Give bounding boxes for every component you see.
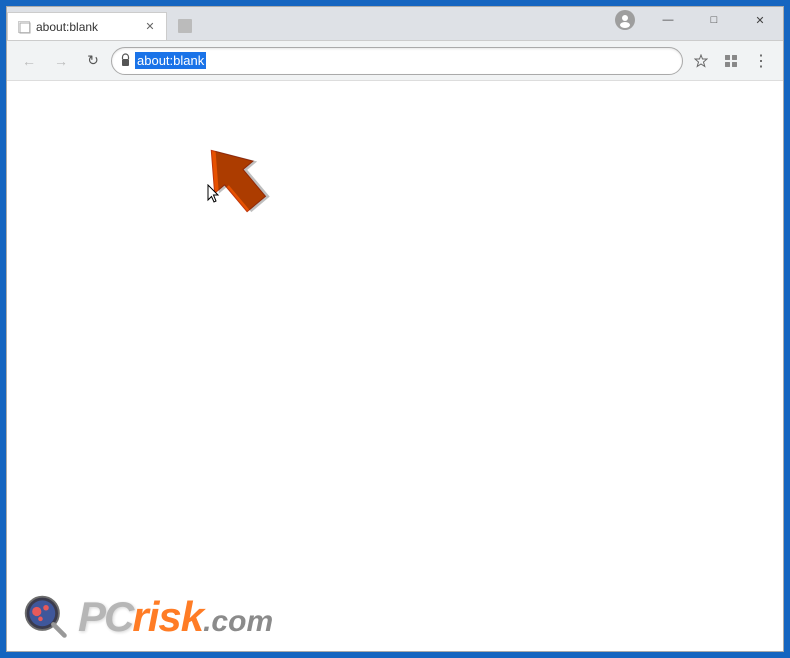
back-button[interactable]: ← xyxy=(15,47,43,75)
tab-close-button[interactable]: ✕ xyxy=(142,19,158,35)
new-tab-button[interactable] xyxy=(169,12,201,40)
forward-button[interactable]: → xyxy=(47,47,75,75)
pcrisk-logo xyxy=(22,593,70,641)
toolbar-right-actions: ⋮ xyxy=(687,47,775,75)
com-text: .com xyxy=(203,605,273,639)
extensions-button[interactable] xyxy=(717,47,745,75)
address-text[interactable]: about:blank xyxy=(135,52,206,69)
profile-area[interactable] xyxy=(607,7,643,33)
minimize-button[interactable]: — xyxy=(645,7,691,33)
window-controls: — □ ✕ xyxy=(645,7,783,33)
tab-favicon xyxy=(18,21,30,33)
tabs-row: about:blank ✕ xyxy=(7,6,201,40)
risk-text: risk xyxy=(132,593,203,641)
active-tab[interactable]: about:blank ✕ xyxy=(7,12,167,40)
refresh-button[interactable]: ↻ xyxy=(79,47,107,75)
tab-label: about:blank xyxy=(36,20,136,34)
browser-window: about:blank ✕ — □ ✕ xyxy=(6,6,784,652)
navigation-toolbar: ← → ↻ about:blank xyxy=(7,41,783,81)
pc-text: PC xyxy=(78,593,132,641)
security-icon xyxy=(120,53,131,69)
address-bar[interactable]: about:blank xyxy=(111,47,683,75)
bookmark-button[interactable] xyxy=(687,47,715,75)
watermark-text-group: PC risk .com xyxy=(78,593,273,641)
orange-arrow xyxy=(192,136,282,226)
maximize-button[interactable]: □ xyxy=(691,7,737,33)
content-area: PC risk .com xyxy=(7,81,783,651)
menu-button[interactable]: ⋮ xyxy=(747,47,775,75)
watermark: PC risk .com xyxy=(22,593,273,641)
close-button[interactable]: ✕ xyxy=(737,7,783,33)
new-tab-icon xyxy=(176,17,194,35)
profile-icon[interactable] xyxy=(615,10,635,30)
mouse-cursor xyxy=(207,184,219,202)
title-bar: about:blank ✕ — □ ✕ xyxy=(7,7,783,41)
